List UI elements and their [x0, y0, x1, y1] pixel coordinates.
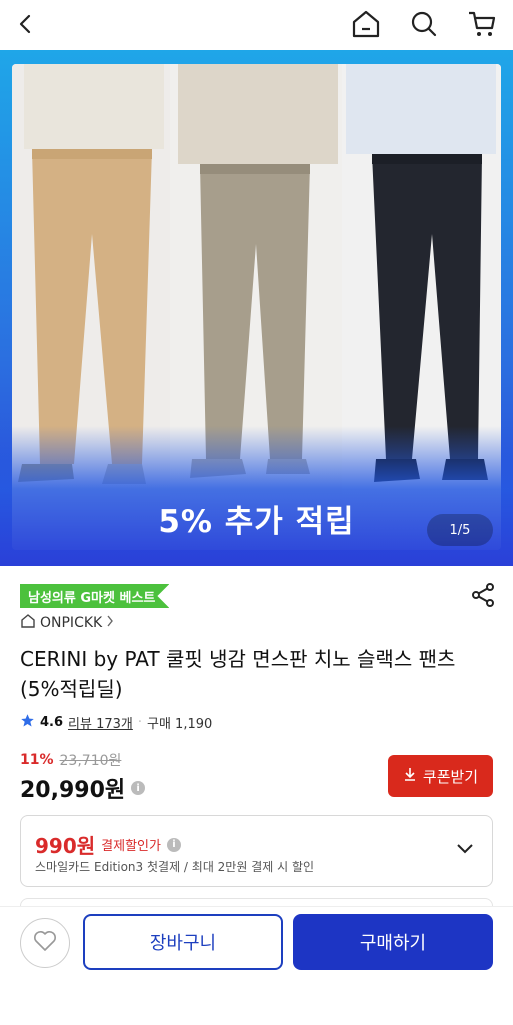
share-icon[interactable]	[470, 582, 496, 608]
rating-value: 4.6	[40, 714, 64, 730]
payment-discount-card[interactable]: 990원 결제할인가 i 스마일카드 Edition3 첫결제 / 최대 2만원…	[20, 815, 493, 887]
home-icon[interactable]	[348, 6, 384, 42]
shop-link[interactable]: ONPICKK	[20, 613, 114, 633]
payment-subtext: 스마일카드 Edition3 첫결제 / 최대 2만원 결제 시 할인	[35, 860, 315, 874]
add-to-cart-button[interactable]: 장바구니	[83, 914, 283, 970]
top-bar	[0, 0, 513, 50]
coupon-label: 쿠폰받기	[422, 767, 479, 786]
discount-label: 결제할인가	[101, 839, 161, 854]
download-icon	[403, 767, 417, 785]
back-icon[interactable]	[8, 6, 44, 42]
best-badge: 남성의류 G마켓 베스트	[20, 584, 170, 608]
heart-icon	[33, 930, 57, 956]
star-icon	[20, 713, 35, 732]
image-pager: 1/5	[427, 514, 493, 546]
store-icon	[20, 613, 36, 633]
coupon-button[interactable]: 쿠폰받기	[388, 755, 493, 797]
chevron-down-icon[interactable]	[456, 840, 474, 859]
original-price: 23,710원	[59, 753, 122, 769]
product-title: CERINI by PAT 쿨핏 냉감 면스판 치노 슬랙스 팬츠(5%적립딜)	[20, 647, 456, 701]
shop-name: ONPICKK	[40, 615, 103, 631]
info-icon[interactable]: i	[131, 781, 146, 795]
payment-amount-row: 990원 결제할인가 i	[35, 830, 181, 859]
sale-price: 20,990원	[20, 778, 126, 803]
discount-rate: 11%	[20, 752, 54, 768]
divider-dot: ·	[137, 714, 142, 730]
discount-amount: 990원	[35, 834, 96, 858]
wishlist-button[interactable]	[20, 918, 70, 968]
search-icon[interactable]	[406, 6, 442, 42]
sale-price-row: 20,990원 i	[20, 772, 146, 804]
product-image-carousel[interactable]: 5% 추가 적립 1/5	[0, 50, 513, 566]
buy-now-button[interactable]: 구매하기	[293, 914, 493, 970]
chevron-right-icon	[106, 615, 114, 631]
discount-row: 11% 23,710원	[20, 750, 121, 770]
cart-icon[interactable]	[464, 6, 500, 42]
rating-row: 4.6 리뷰 173개 · 구매 1,190	[20, 711, 212, 733]
purchase-count: 구매 1,190	[147, 716, 213, 732]
review-count-link[interactable]: 리뷰 173개	[68, 713, 133, 732]
info-icon[interactable]: i	[166, 837, 181, 852]
